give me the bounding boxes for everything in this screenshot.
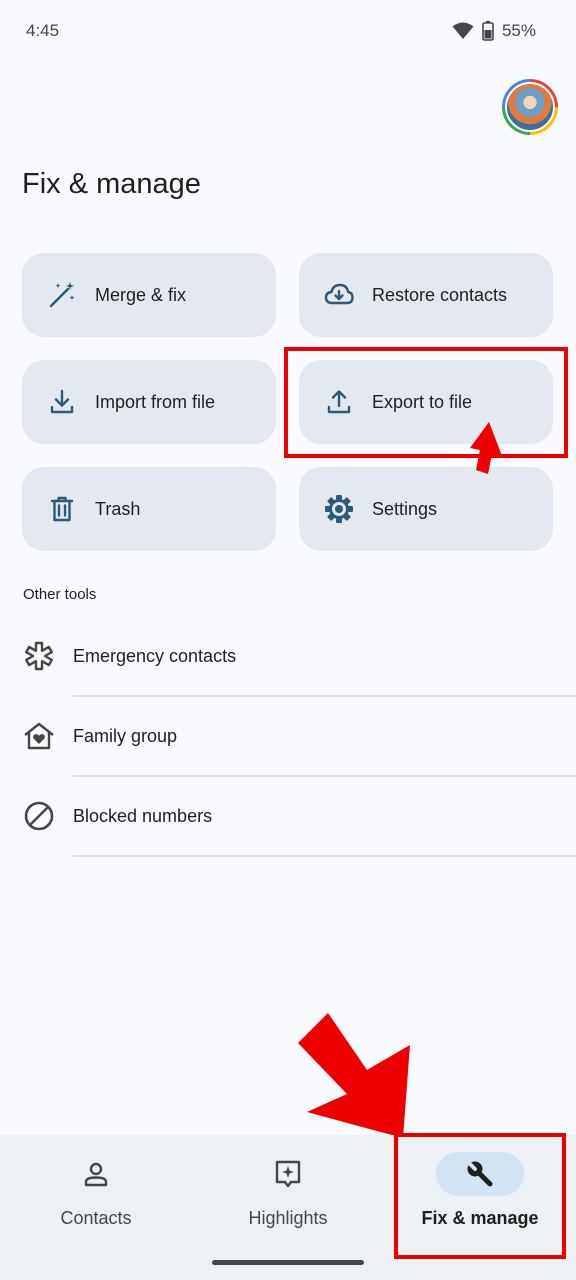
- blocked-numbers-item[interactable]: Blocked numbers: [0, 776, 576, 856]
- nav-icon-container: [244, 1152, 332, 1196]
- battery-percent: 55%: [501, 21, 536, 40]
- medical-asterisk-icon: [22, 639, 56, 673]
- download-icon: [46, 386, 78, 418]
- family-group-item[interactable]: Family group: [0, 696, 576, 776]
- list-item-label: Blocked numbers: [73, 805, 213, 826]
- nav-highlights[interactable]: Highlights: [192, 1135, 384, 1280]
- gear-icon: [323, 493, 355, 525]
- merge-fix-tile[interactable]: Merge & fix: [22, 253, 276, 337]
- nav-label: Contacts: [60, 1208, 132, 1228]
- nav-label: Highlights: [248, 1208, 328, 1228]
- settings-tile[interactable]: Settings: [299, 467, 553, 551]
- status-bar: 4:45 55%: [0, 0, 576, 62]
- divider: [73, 855, 576, 857]
- tile-label: Settings: [372, 498, 438, 519]
- tile-label: Restore contacts: [372, 284, 508, 305]
- magic-wand-icon: [46, 279, 78, 311]
- import-from-file-tile[interactable]: Import from file: [22, 360, 276, 444]
- annotation-highlight-fix-manage: [394, 1133, 566, 1259]
- tile-label: Trash: [95, 498, 141, 519]
- restore-contacts-tile[interactable]: Restore contacts: [299, 253, 553, 337]
- sparkle-icon: [275, 1160, 301, 1188]
- list-item-label: Emergency contacts: [73, 645, 237, 666]
- page-title: Fix & manage: [22, 168, 201, 200]
- annotation-arrow-icon: [298, 1013, 410, 1138]
- trash-tile[interactable]: Trash: [22, 467, 276, 551]
- account-avatar-icon[interactable]: [502, 79, 558, 135]
- tile-label: Merge & fix: [95, 284, 187, 305]
- trash-icon: [46, 493, 78, 525]
- avatar-image: [505, 82, 555, 132]
- gesture-handle[interactable]: [212, 1260, 364, 1265]
- other-tools-heading: Other tools: [23, 586, 97, 603]
- annotation-arrow-icon: [470, 422, 502, 474]
- list-item-label: Family group: [73, 725, 178, 746]
- status-time: 4:45: [26, 21, 60, 40]
- family-home-icon: [22, 719, 56, 753]
- person-icon: [84, 1162, 108, 1187]
- status-icons: 55%: [452, 21, 536, 41]
- battery-icon: [482, 21, 494, 41]
- tile-label: Import from file: [95, 391, 216, 412]
- wifi-icon: [452, 22, 474, 39]
- emergency-contacts-item[interactable]: Emergency contacts: [0, 616, 576, 696]
- nav-contacts[interactable]: Contacts: [0, 1135, 192, 1280]
- cloud-download-icon: [323, 279, 355, 311]
- annotation-highlight-export: [284, 347, 568, 458]
- block-icon: [22, 799, 56, 833]
- nav-icon-container: [52, 1152, 140, 1196]
